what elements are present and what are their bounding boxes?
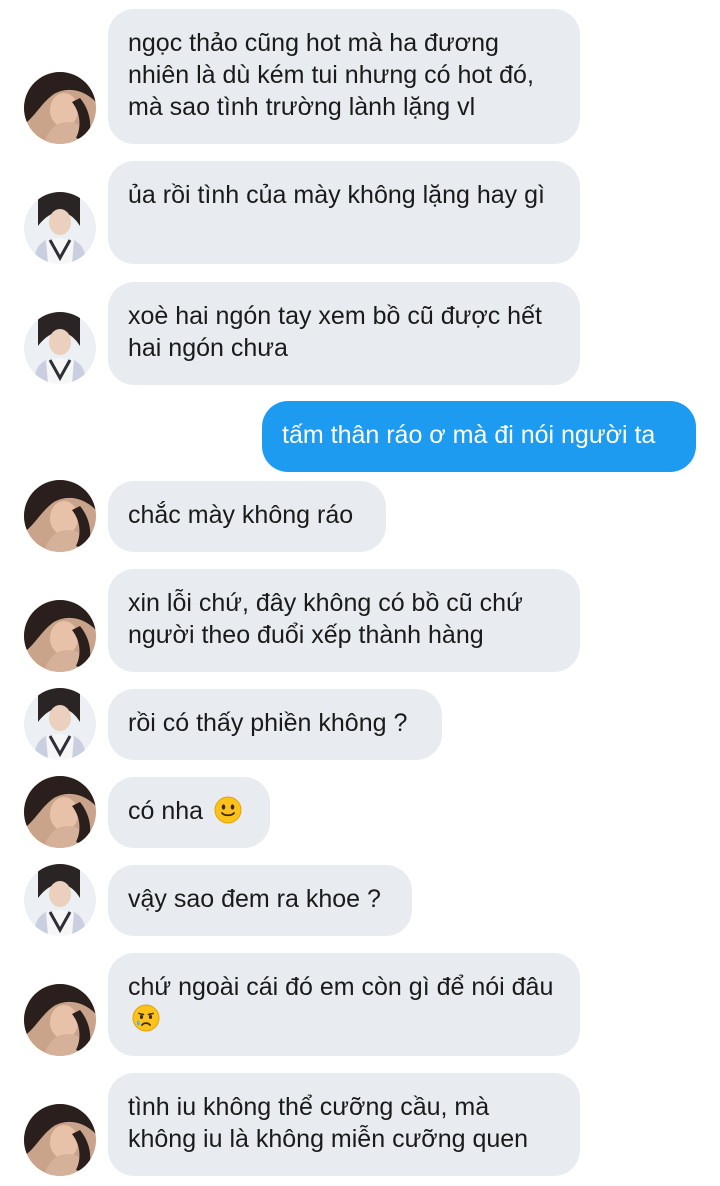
message-text: chứ ngoài cái đó em còn gì để nói đâu	[128, 973, 554, 1001]
message-bubble[interactable]: tình iu không thể cưỡng cầu, mà không iu…	[108, 1073, 580, 1176]
avatar[interactable]	[24, 1104, 96, 1176]
message-text: ủa rồi tình của mày không lặng hay gì	[128, 181, 545, 209]
message-text: tình iu không thể cưỡng cầu, mà không iu…	[128, 1093, 529, 1153]
message-bubble[interactable]: chứ ngoài cái đó em còn gì để nói đâu	[108, 953, 580, 1056]
message-text: rồi có thấy phiền không ?	[128, 709, 408, 737]
avatar[interactable]	[24, 600, 96, 672]
avatar[interactable]	[24, 312, 96, 384]
avatar-girl-selfie-icon	[24, 776, 96, 848]
message-bubble[interactable]: ngọc thảo cũng hot mà ha đương nhiên là …	[108, 9, 580, 144]
message-text: có nha	[128, 797, 204, 825]
avatar-girl-selfie-icon	[24, 984, 96, 1056]
message-bubble[interactable]: xoè hai ngón tay xem bồ cũ được hết hai …	[108, 282, 580, 385]
avatar[interactable]	[24, 192, 96, 264]
avatar-girl-uniform-icon	[24, 192, 96, 264]
avatar-girl-uniform-icon	[24, 312, 96, 384]
avatar[interactable]	[24, 984, 96, 1056]
crying-face-icon	[132, 1004, 160, 1032]
avatar-girl-selfie-icon	[24, 1104, 96, 1176]
avatar[interactable]	[24, 688, 96, 760]
message-text: ngọc thảo cũng hot mà ha đương nhiên là …	[128, 29, 534, 121]
message-bubble[interactable]: chắc mày không ráo	[108, 481, 386, 552]
message-text: xin lỗi chứ, đây không có bồ cũ chứ ngườ…	[128, 589, 523, 649]
message-bubble-outgoing[interactable]: tấm thân ráo ơ mà đi nói người ta	[262, 401, 696, 472]
avatar[interactable]	[24, 72, 96, 144]
message-bubble[interactable]: rồi có thấy phiền không ?	[108, 689, 442, 760]
avatar[interactable]	[24, 776, 96, 848]
avatar-girl-selfie-icon	[24, 72, 96, 144]
avatar-girl-uniform-icon	[24, 688, 96, 760]
avatar[interactable]	[24, 480, 96, 552]
avatar-girl-selfie-icon	[24, 480, 96, 552]
message-text: xoè hai ngón tay xem bồ cũ được hết hai …	[128, 302, 542, 362]
avatar-girl-uniform-icon	[24, 864, 96, 936]
message-bubble[interactable]: ủa rồi tình của mày không lặng hay gì	[108, 161, 580, 264]
slightly-smiling-face-icon	[214, 796, 242, 824]
avatar-girl-selfie-icon	[24, 600, 96, 672]
message-text: tấm thân ráo ơ mà đi nói người ta	[282, 421, 656, 449]
message-text: chắc mày không ráo	[128, 501, 354, 529]
message-bubble[interactable]: có nha	[108, 777, 270, 848]
avatar[interactable]	[24, 864, 96, 936]
message-bubble[interactable]: xin lỗi chứ, đây không có bồ cũ chứ ngườ…	[108, 569, 580, 672]
message-bubble[interactable]: vậy sao đem ra khoe ?	[108, 865, 412, 936]
message-text: vậy sao đem ra khoe ?	[128, 885, 381, 913]
